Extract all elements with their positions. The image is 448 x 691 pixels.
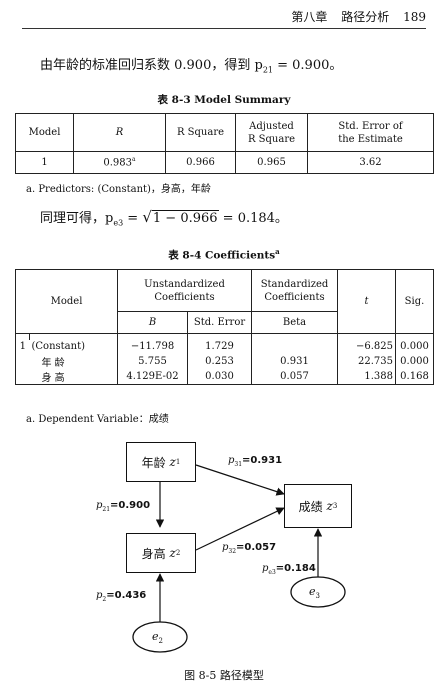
figure-caption: 图 8-5 路径模型 bbox=[184, 669, 264, 682]
path-diagram-lines bbox=[132, 464, 346, 653]
path-label-p2: p2=0.436 bbox=[96, 590, 147, 603]
label-e2: e2 bbox=[152, 630, 163, 646]
node-age: 年龄 z1 bbox=[126, 442, 196, 482]
node-score: 成绩 z3 bbox=[284, 484, 352, 528]
path-label-p31: p31=0.931 bbox=[228, 455, 283, 468]
path-label-p21: p21=0.900 bbox=[96, 500, 151, 513]
node-height: 身高 z2 bbox=[126, 533, 196, 573]
label-e3: e3 bbox=[309, 585, 320, 601]
path-label-pe3: pe3=0.184 bbox=[262, 563, 316, 576]
path-label-p32: p32=0.057 bbox=[222, 542, 277, 555]
arrow-age-to-score bbox=[195, 464, 285, 496]
